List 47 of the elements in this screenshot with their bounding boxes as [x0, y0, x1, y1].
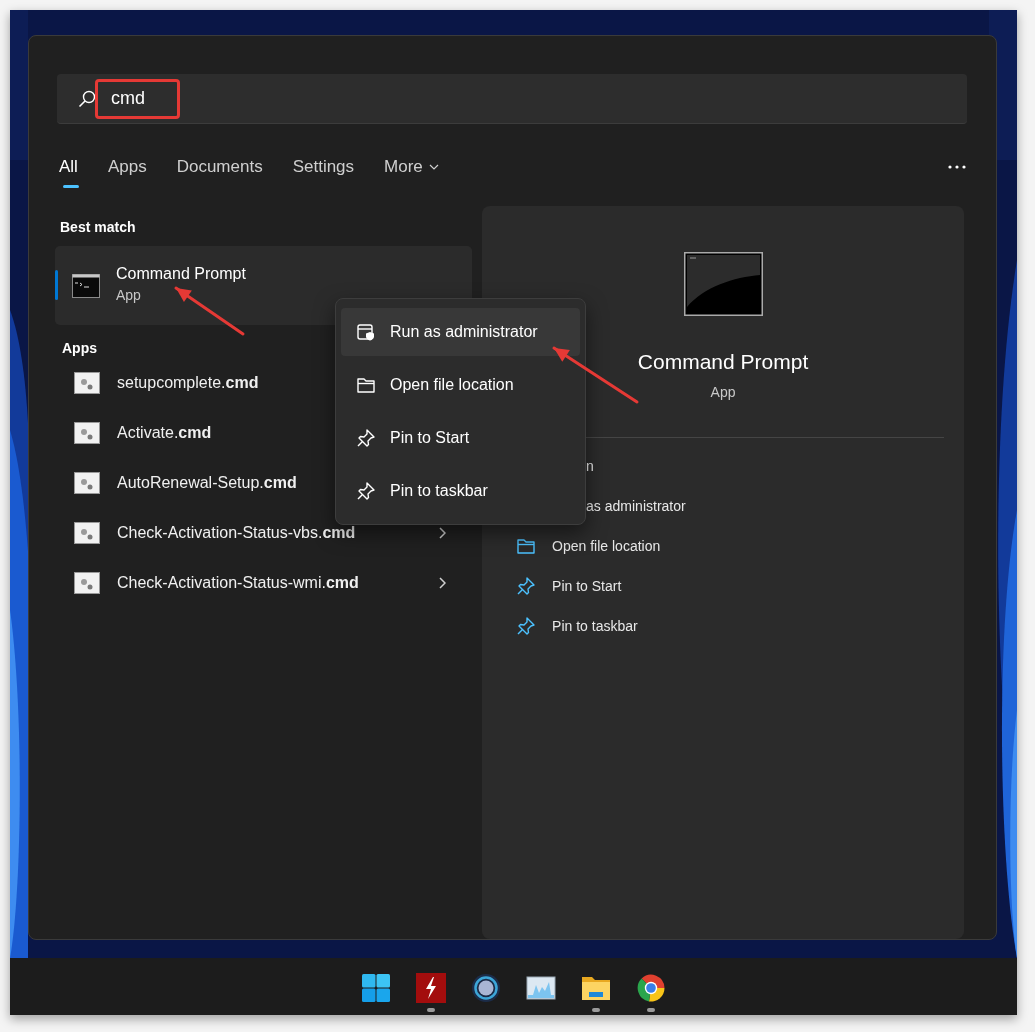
admin-shield-icon — [356, 322, 376, 342]
script-file-icon — [74, 572, 100, 594]
chevron-down-icon — [428, 164, 439, 170]
lightning-icon — [416, 973, 446, 1003]
search-input[interactable]: cmd — [111, 88, 811, 109]
pin-icon — [356, 428, 376, 448]
script-file-icon — [74, 522, 100, 544]
pin-icon — [516, 616, 537, 636]
section-heading: Best match — [60, 218, 137, 237]
running-indicator — [427, 1008, 435, 1012]
menu-item[interactable]: Run as administrator — [341, 308, 580, 356]
ring-icon — [471, 973, 501, 1003]
app-title: Command Prompt — [637, 349, 809, 375]
search-field[interactable]: cmd — [57, 74, 967, 124]
script-file-icon — [74, 472, 100, 494]
pin-icon — [356, 481, 376, 501]
action-link[interactable]: Open file location — [482, 526, 964, 566]
terminal-icon — [72, 273, 100, 298]
filter-tab[interactable]: More — [384, 144, 439, 190]
browser-icon — [636, 973, 666, 1003]
folder-icon — [356, 375, 376, 395]
filter-tab[interactable]: Apps — [107, 144, 147, 190]
app-type: App — [116, 286, 142, 303]
selection-indicator — [55, 270, 58, 300]
menu-item[interactable]: Open file location — [341, 361, 580, 409]
annotation-arrow — [174, 286, 245, 336]
script-file-icon — [74, 422, 100, 444]
folder-icon — [516, 536, 537, 556]
chevron-right-icon — [439, 577, 447, 589]
start-icon — [361, 973, 391, 1003]
script-file-icon — [74, 372, 100, 394]
running-indicator — [592, 1008, 600, 1012]
section-heading: Apps — [62, 339, 98, 358]
search-icon — [78, 89, 96, 108]
filter-tab[interactable]: Settings — [292, 144, 355, 190]
running-indicator — [647, 1008, 655, 1012]
action-link[interactable]: Pin to Start — [482, 566, 964, 606]
filter-tab[interactable]: Documents — [176, 144, 263, 190]
pin-icon — [516, 576, 537, 596]
filter-tab[interactable]: All — [59, 144, 78, 190]
app-result[interactable]: Check-Activation-Status-wmi.cmd — [55, 558, 473, 608]
chevron-right-icon — [439, 527, 447, 539]
action-link[interactable]: Pin to taskbar — [482, 606, 964, 646]
terminal-window-icon — [683, 252, 763, 316]
app-type: App — [710, 383, 736, 402]
chart-monitor-icon — [526, 973, 556, 1003]
app-title: Command Prompt — [116, 264, 246, 283]
